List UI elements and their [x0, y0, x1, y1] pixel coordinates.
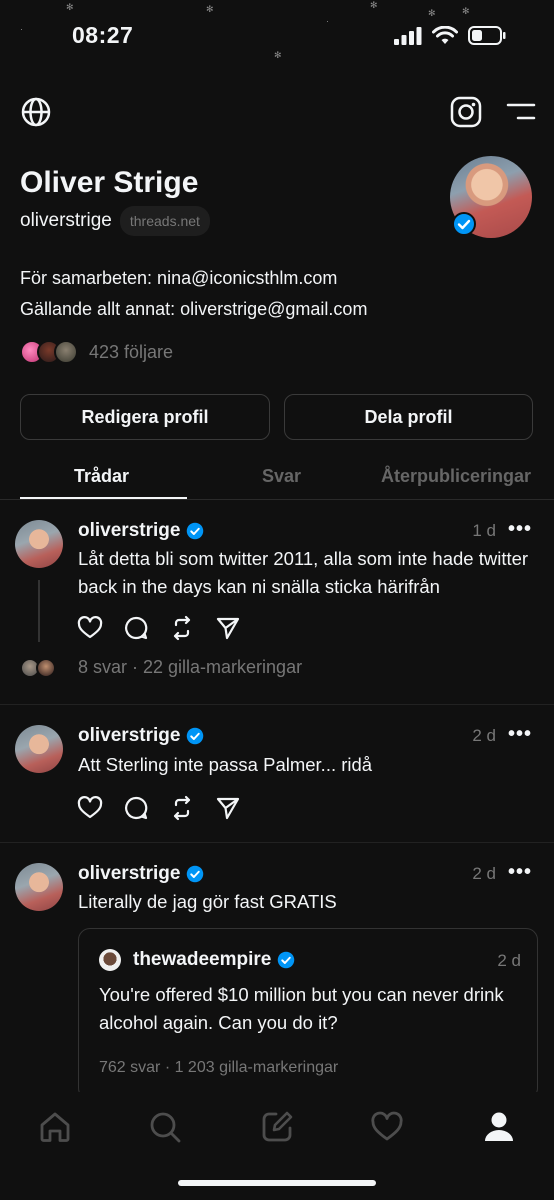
home-icon[interactable]	[38, 1110, 72, 1144]
repost-icon[interactable]	[169, 795, 195, 821]
post-username-text[interactable]: oliverstrige	[78, 725, 180, 747]
snowflake-icon: ✻	[462, 6, 470, 16]
post-stats[interactable]: 8 svar · 22 gilla-markeringar	[78, 657, 302, 678]
post-username[interactable]: oliverstrige	[78, 520, 204, 542]
tab-reposts[interactable]: Återpubliceringar	[381, 466, 531, 487]
profile-bio: För samarbeten: nina@iconicsthlm.com Gäl…	[20, 263, 367, 325]
bio-line: Gällande allt annat: oliverstrige@gmail.…	[20, 299, 368, 319]
snowflake-icon: ✻	[370, 0, 378, 10]
share-send-icon[interactable]	[215, 795, 241, 821]
threads-domain-badge[interactable]: threads.net	[119, 206, 210, 236]
post-avatar[interactable]	[15, 863, 63, 911]
profile-tabs: Trådar Svar Återpubliceringar	[0, 456, 554, 500]
post-actions	[77, 615, 241, 641]
handle-row: oliverstrige threads.net	[20, 206, 210, 236]
repost-icon[interactable]	[169, 615, 195, 641]
snowflake-icon: ✻	[206, 4, 214, 14]
snowflake-icon: ✻	[274, 50, 282, 60]
reply-avatars	[20, 658, 56, 678]
quoted-username-text[interactable]: thewadeempire	[133, 949, 271, 971]
verified-badge-icon	[187, 727, 204, 745]
battery-icon	[468, 26, 506, 45]
post-time: 2 d	[472, 864, 496, 883]
quoted-stats[interactable]: 762 svar · 1 203 gilla-markeringar	[99, 1059, 338, 1077]
verified-badge-icon	[187, 522, 204, 540]
comment-bubble-icon[interactable]	[123, 615, 149, 641]
post-actions	[77, 795, 241, 821]
post-username[interactable]: oliverstrige	[78, 863, 204, 885]
quoted-text: You're offered $10 million but you can n…	[99, 984, 504, 1033]
verified-badge-icon	[187, 865, 204, 883]
post-time: 1 d	[472, 521, 496, 540]
post-username[interactable]: oliverstrige	[78, 725, 204, 747]
verified-badge-icon	[278, 951, 295, 969]
bio-line: För samarbeten: nina@iconicsthlm.com	[20, 268, 338, 288]
thread-post[interactable]: oliverstrige 2 d ••• Att Sterling inte p…	[0, 705, 554, 843]
thread-connector-line	[38, 580, 40, 642]
globe-icon[interactable]	[20, 96, 52, 128]
post-username-text[interactable]: oliverstrige	[78, 863, 180, 885]
status-bar: ✻ ✻ ✻ ✻ ✻ · ✻ · 08:27	[0, 0, 554, 80]
snowflake-icon: ·	[326, 16, 329, 26]
wifi-icon	[432, 26, 458, 44]
search-icon[interactable]	[148, 1110, 182, 1144]
followers-row[interactable]: 423 följare	[20, 340, 173, 364]
cellular-signal-icon	[394, 26, 422, 45]
post-text: Låt detta bli som twitter 2011, alla som…	[78, 548, 529, 597]
quoted-avatar[interactable]	[99, 949, 121, 971]
profile-name: Oliver Strige	[20, 166, 199, 199]
more-options-button[interactable]: •••	[508, 723, 532, 746]
profile-header-icons	[0, 96, 554, 132]
post-text: Att Sterling inte passa Palmer... ridå	[78, 754, 373, 775]
more-options-button[interactable]: •••	[508, 861, 532, 884]
quoted-post[interactable]: thewadeempire 2 d You're offered $10 mil…	[78, 928, 538, 1100]
profile-handle: oliverstrige	[20, 210, 112, 231]
tab-replies[interactable]: Svar	[262, 466, 301, 487]
profile-icon[interactable]	[482, 1110, 516, 1144]
quoted-username[interactable]: thewadeempire	[133, 949, 295, 971]
menu-icon[interactable]	[506, 101, 536, 123]
more-options-button[interactable]: •••	[508, 518, 532, 541]
post-time: 2 d	[472, 726, 496, 745]
active-tab-indicator	[20, 497, 187, 499]
snowflake-icon: ·	[20, 24, 23, 34]
reply-avatar	[36, 658, 56, 678]
verified-badge-icon	[452, 212, 476, 236]
bottom-navigation	[0, 1092, 554, 1200]
status-icons	[394, 26, 506, 45]
instagram-icon[interactable]	[450, 96, 482, 128]
like-heart-icon[interactable]	[77, 795, 103, 821]
post-avatar[interactable]	[15, 520, 63, 568]
comment-bubble-icon[interactable]	[123, 795, 149, 821]
share-send-icon[interactable]	[215, 615, 241, 641]
thread-post[interactable]: oliverstrige 1 d ••• Låt detta bli som t…	[0, 500, 554, 704]
home-indicator	[178, 1180, 376, 1186]
followers-count[interactable]: 423 följare	[89, 342, 173, 363]
post-text: Literally de jag gör fast GRATIS	[78, 891, 337, 912]
like-heart-icon[interactable]	[77, 615, 103, 641]
snowflake-icon: ✻	[66, 2, 74, 12]
follower-avatar	[54, 340, 78, 364]
snowflake-icon: ✻	[428, 8, 436, 18]
share-profile-button[interactable]: Dela profil	[284, 394, 533, 440]
quoted-time: 2 d	[497, 951, 521, 970]
post-username-text[interactable]: oliverstrige	[78, 520, 180, 542]
tab-threads[interactable]: Trådar	[74, 466, 129, 487]
status-time: 08:27	[72, 22, 134, 48]
post-avatar[interactable]	[15, 725, 63, 773]
compose-icon[interactable]	[260, 1110, 294, 1144]
edit-profile-button[interactable]: Redigera profil	[20, 394, 270, 440]
activity-heart-icon[interactable]	[370, 1110, 404, 1144]
